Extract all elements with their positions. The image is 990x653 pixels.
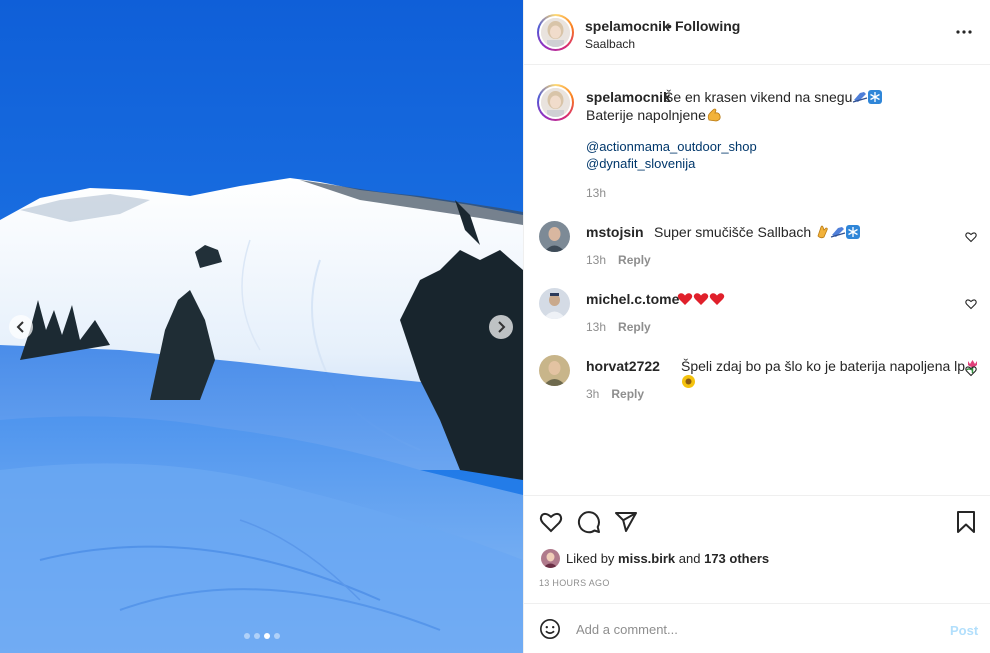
comment-text: Špeli zdaj bo pa šlo ko je baterija napo… [681, 358, 990, 390]
comment-heart-icon[interactable] [965, 298, 977, 310]
liked-by-others-link[interactable]: 173 others [704, 551, 769, 566]
commenter-username[interactable]: michel.c.tome [586, 291, 679, 307]
comment-heart-icon[interactable] [965, 231, 977, 243]
comment-time[interactable]: 3h [586, 387, 599, 401]
commenter-avatar[interactable] [539, 221, 570, 252]
location-link[interactable]: Saalbach [585, 37, 635, 51]
separator-bullet: • [667, 18, 672, 34]
reply-button[interactable]: Reply [618, 320, 651, 334]
caption-text: Še en krasen vikend na snegu [664, 89, 883, 105]
snowflake-emoji-icon [846, 225, 861, 239]
comment-meta: 13h Reply [586, 253, 651, 267]
red-heart-emoji-icon [709, 293, 725, 305]
post-header: spelamocnik • Following Saalbach [524, 0, 990, 65]
smile-icon[interactable] [539, 618, 561, 640]
author-avatar[interactable] [537, 14, 574, 51]
instagram-post: spelamocnik • Following Saalbach spelamo… [0, 0, 990, 653]
carousel-next-button[interactable] [489, 315, 513, 339]
ski-boot-emoji-icon [830, 227, 846, 238]
commenter-avatar[interactable] [539, 355, 570, 386]
flexed-biceps-emoji-icon [707, 108, 721, 122]
comment-text-body: Super smučišče Sallbach [654, 224, 812, 240]
chevron-left-icon [16, 321, 24, 333]
liked-by-avatar[interactable] [541, 549, 560, 568]
comment-text: Super smučišče Sallbach [654, 224, 861, 240]
clapping-hands-emoji-icon [817, 225, 828, 239]
commenter-username[interactable]: horvat2722 [586, 358, 660, 374]
red-heart-emoji-icon [677, 293, 693, 305]
caption-avatar[interactable] [537, 84, 574, 121]
author-username[interactable]: spelamocnik [585, 18, 670, 34]
chevron-right-icon [498, 321, 506, 333]
heart-icon[interactable] [539, 510, 563, 534]
post-actions: Liked by miss.birk and 173 others 13 HOU… [524, 495, 990, 603]
commenter-avatar[interactable] [539, 288, 570, 319]
comment-text [677, 291, 725, 307]
comment-time[interactable]: 13h [586, 253, 606, 267]
caption-mention-link[interactable]: @dynafit_slovenija [586, 156, 695, 171]
add-comment-bar: Post [524, 603, 990, 653]
post-comment-button[interactable]: Post [950, 623, 978, 638]
comment-meta: 13h Reply [586, 320, 651, 334]
snowy-mountain-photo [0, 0, 523, 653]
post-photo[interactable] [0, 0, 523, 653]
sunflower-emoji-icon [682, 375, 695, 388]
carousel-dot [243, 633, 250, 639]
caption-text-body: Še en krasen vikend na snegu [664, 89, 853, 105]
caption-time[interactable]: 13h [586, 186, 606, 200]
bookmark-icon[interactable] [954, 510, 978, 534]
carousel-prev-button[interactable] [9, 315, 33, 339]
reply-button[interactable]: Reply [611, 387, 644, 401]
comment-heart-icon[interactable] [965, 365, 977, 377]
carousel-dot [253, 633, 260, 639]
liked-by-and: and [678, 551, 701, 566]
ski-boot-emoji-icon [853, 92, 868, 103]
reply-button[interactable]: Reply [618, 253, 651, 267]
comment-meta: 3h Reply [586, 387, 644, 401]
post-details-panel: spelamocnik • Following Saalbach spelamo… [523, 0, 990, 653]
carousel-dot [273, 633, 280, 639]
caption-line-2-text: Baterije napolnjene [586, 107, 706, 123]
comment-text-body: Špeli zdaj bo pa šlo ko je baterija napo… [681, 358, 966, 374]
carousel-dot-active [263, 633, 270, 639]
comment-time[interactable]: 13h [586, 320, 606, 334]
commenter-username[interactable]: mstojsin [586, 224, 644, 240]
carousel-indicator [0, 633, 523, 639]
liked-by-user-link[interactable]: miss.birk [618, 551, 675, 566]
more-options-icon[interactable] [954, 22, 974, 42]
liked-by-text: Liked by miss.birk and 173 others [566, 551, 769, 566]
share-icon[interactable] [614, 510, 638, 534]
caption-line-2: Baterije napolnjene [586, 107, 722, 123]
red-heart-emoji-icon [693, 293, 709, 305]
post-timestamp[interactable]: 13 HOURS AGO [539, 578, 610, 588]
comment-input[interactable] [576, 617, 936, 641]
comment-icon[interactable] [577, 510, 601, 534]
caption-mention-link[interactable]: @actionmama_outdoor_shop [586, 139, 757, 154]
snowflake-emoji-icon [868, 90, 883, 104]
liked-by-prefix: Liked by [566, 551, 615, 566]
caption-username[interactable]: spelamocnik [586, 89, 671, 105]
comments-list: spelamocnik Še en krasen vikend na snegu… [524, 66, 990, 494]
following-button[interactable]: Following [675, 18, 740, 34]
